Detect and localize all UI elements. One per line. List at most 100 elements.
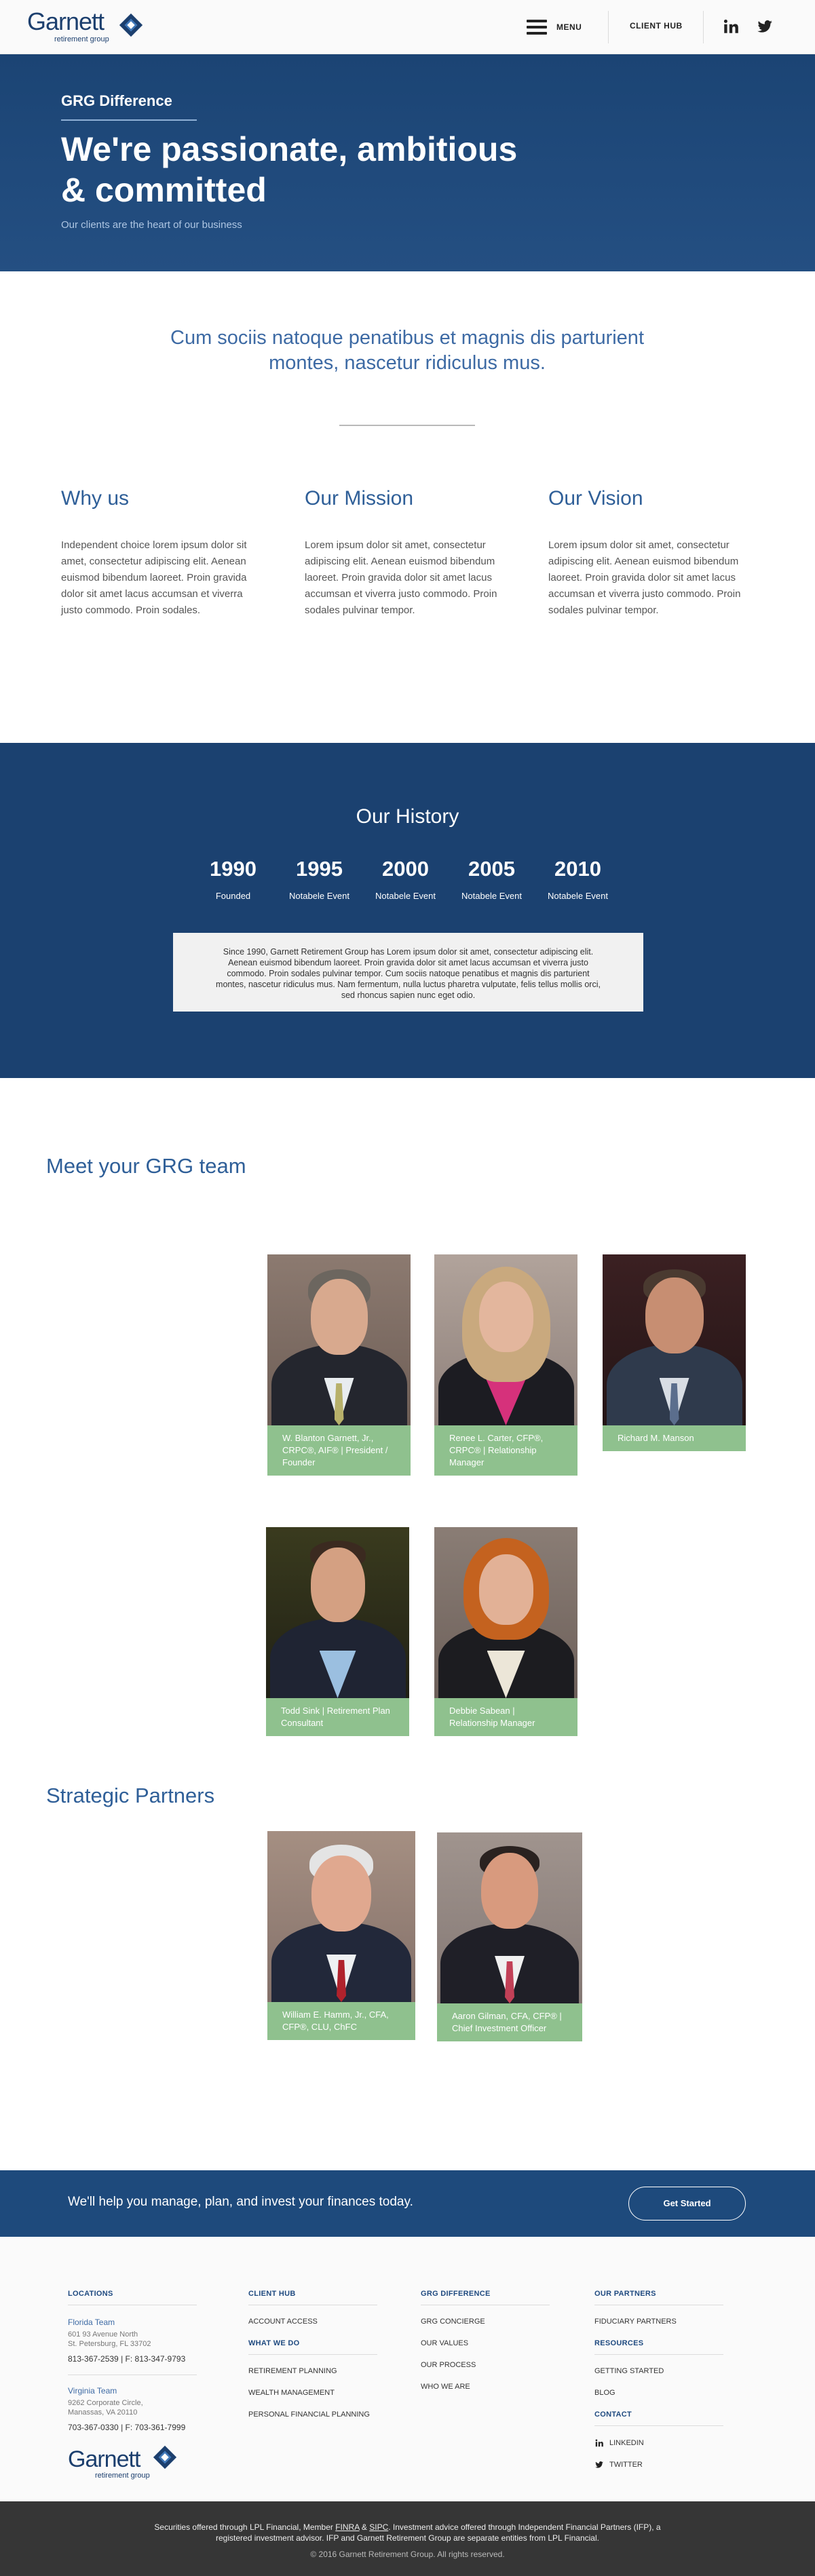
history-timeline: 1990 Founded 1995 Notabele Event 2000 No… [190,857,621,901]
site-header: Garnett retirement group MENU CLIENT HUB [0,0,815,54]
footer-link-personal-financial-planning[interactable]: PERSONAL FINANCIAL PLANNING [248,2410,404,2419]
site-footer: LOCATIONS Florida Team 601 93 Avenue Nor… [0,2237,815,2501]
footer-heading: RESOURCES [594,2339,644,2347]
intro-quote: Cum sociis natoque penatibus et magnis d… [170,327,644,374]
history-title: Our History [356,805,459,828]
footer-link-label: LINKEDIN [609,2439,644,2447]
footer-divider [594,2425,723,2426]
footer-linkedin-link[interactable]: LINKEDIN [594,2438,751,2448]
column-text: Lorem ipsum dolor sit amet, consectetur … [305,539,497,616]
footer-link-grg-concierge[interactable]: GRG CONCIERGE [421,2318,577,2326]
footer-link-label: TWITTER [609,2461,643,2469]
team-member-name: Debbie Sabean | Relationship Manager [434,1698,577,1736]
partner-card[interactable]: William E. Hamm, Jr., CFA, CFP®, CLU, Ch… [267,1831,415,2040]
location-name[interactable]: Virginia Team [68,2386,224,2396]
vision-column: Our Vision Lorem ipsum dolor sit amet, c… [548,487,752,619]
team-title: Meet your GRG team [46,1154,246,1178]
year-number: 2000 [382,857,429,881]
partner-photo [437,1832,582,2003]
footer-heading: WHAT WE DO [248,2339,300,2347]
location-address: 9262 Corporate Circle, [68,2399,143,2407]
team-member-name: Renee L. Carter, CFP®, CRPC® | Relations… [434,1425,577,1476]
team-member-photo [603,1254,746,1425]
footer-link-account-access[interactable]: ACCOUNT ACCESS [248,2318,404,2326]
hero-eyebrow: GRG Difference [61,92,172,109]
menu-button[interactable]: MENU [527,15,582,39]
footer-twitter-link[interactable]: TWITTER [594,2460,751,2469]
footer-link-our-values[interactable]: OUR VALUES [421,2339,577,2347]
column-heading: Why us [61,487,130,510]
intro-divider [339,425,475,426]
twitter-icon[interactable] [756,18,774,35]
team-member-name: W. Blanton Garnett, Jr., CRPC®, AIF® | P… [267,1425,411,1476]
location-address: 601 93 Avenue North [68,2330,138,2339]
footer-link-wealth-management[interactable]: WEALTH MANAGEMENT [248,2389,404,2397]
year-label: Founded [215,891,251,901]
footer-heading: CLIENT HUB [248,2290,296,2298]
location-phone[interactable]: 703-367-0330 | F: 703-361-7999 [68,2423,224,2432]
team-member-photo [267,1254,411,1425]
year-number: 2005 [468,857,515,881]
team-member-name: Richard M. Manson [603,1425,746,1451]
header-divider [703,11,704,43]
footer-link-fiduciary-partners[interactable]: FIDUCIARY PARTNERS [594,2318,751,2326]
linkedin-icon[interactable] [722,18,740,35]
footer-logo[interactable]: Garnett retirement group [68,2445,177,2480]
year-label: Notabele Event [289,891,349,901]
why-us-column: Why us Independent choice lorem ipsum do… [61,487,265,619]
timeline-year[interactable]: 2010 Notabele Event [535,857,621,901]
column-text: Lorem ipsum dolor sit amet, consectetur … [548,539,741,616]
timeline-year[interactable]: 2005 Notabele Event [449,857,535,901]
intro-section: Cum sociis natoque penatibus et magnis d… [0,271,815,743]
legal-line-1: Securities offered through LPL Financial… [0,2522,815,2533]
timeline-year[interactable]: 1990 Founded [190,857,276,901]
team-member-card[interactable]: Renee L. Carter, CFP®, CRPC® | Relations… [434,1254,577,1476]
client-hub-link[interactable]: CLIENT HUB [630,21,683,31]
footer-link-retirement-planning[interactable]: RETIREMENT PLANNING [248,2367,404,2375]
team-member-card[interactable]: Todd Sink | Retirement Plan Consultant [266,1527,409,1736]
footer-heading: LOCATIONS [68,2290,113,2298]
timeline-year[interactable]: 1995 Notabele Event [276,857,362,901]
finra-link[interactable]: FINRA [335,2522,359,2532]
partner-card[interactable]: Aaron Gilman, CFA, CFP® | Chief Investme… [437,1832,582,2041]
sipc-link[interactable]: SIPC [369,2522,388,2532]
mission-column: Our Mission Lorem ipsum dolor sit amet, … [305,487,508,619]
legal-text: Securities offered through LPL Financial… [154,2522,336,2532]
footer-link-blog[interactable]: BLOG [594,2389,751,2397]
location-name[interactable]: Florida Team [68,2318,224,2327]
footer-locations: LOCATIONS Florida Team 601 93 Avenue Nor… [68,2290,224,2432]
timeline-year[interactable]: 2000 Notabele Event [362,857,449,901]
header-divider [608,11,609,43]
hero-divider [61,119,197,121]
footer-partners: OUR PARTNERS FIDUCIARY PARTNERS RESOURCE… [594,2290,751,2482]
footer-link-our-process[interactable]: OUR PROCESS [421,2361,577,2369]
team-member-photo [434,1254,577,1425]
get-started-button[interactable]: Get Started [628,2187,746,2221]
footer-link-who-we-are[interactable]: WHO WE ARE [421,2383,577,2391]
year-label: Notabele Event [375,891,436,901]
twitter-icon [595,2461,603,2468]
partners-title: Strategic Partners [46,1784,215,1807]
legal-line-2: registered investment advisor. IFP and G… [216,2533,599,2543]
menu-label: MENU [556,22,582,32]
year-number: 1995 [296,857,343,881]
partner-name: William E. Hamm, Jr., CFA, CFP®, CLU, Ch… [267,2002,415,2040]
cta-banner: We'll help you manage, plan, and invest … [0,2170,815,2237]
team-member-card[interactable]: Debbie Sabean | Relationship Manager [434,1527,577,1736]
team-member-card[interactable]: W. Blanton Garnett, Jr., CRPC®, AIF® | P… [267,1254,411,1476]
location-phone[interactable]: 813-367-2539 | F: 813-347-9793 [68,2354,224,2364]
copyright: © 2016 Garnett Retirement Group. All rig… [310,2550,505,2559]
footer-divider [594,2354,723,2355]
team-member-card[interactable]: Richard M. Manson [603,1254,746,1451]
footer-heading: GRG DIFFERENCE [421,2290,491,2298]
column-text: Independent choice lorem ipsum dolor sit… [61,539,247,616]
footer-link-getting-started[interactable]: GETTING STARTED [594,2367,751,2375]
cta-text: We'll help you manage, plan, and invest … [68,2195,413,2209]
partner-name: Aaron Gilman, CFA, CFP® | Chief Investme… [437,2003,582,2041]
partner-photo [267,1831,415,2002]
logo-wordmark: Garnett [27,7,105,35]
footer-heading: OUR PARTNERS [594,2290,656,2298]
year-number: 1990 [210,857,257,881]
logo-diamond-icon [153,2445,177,2469]
year-label: Notabele Event [461,891,522,901]
